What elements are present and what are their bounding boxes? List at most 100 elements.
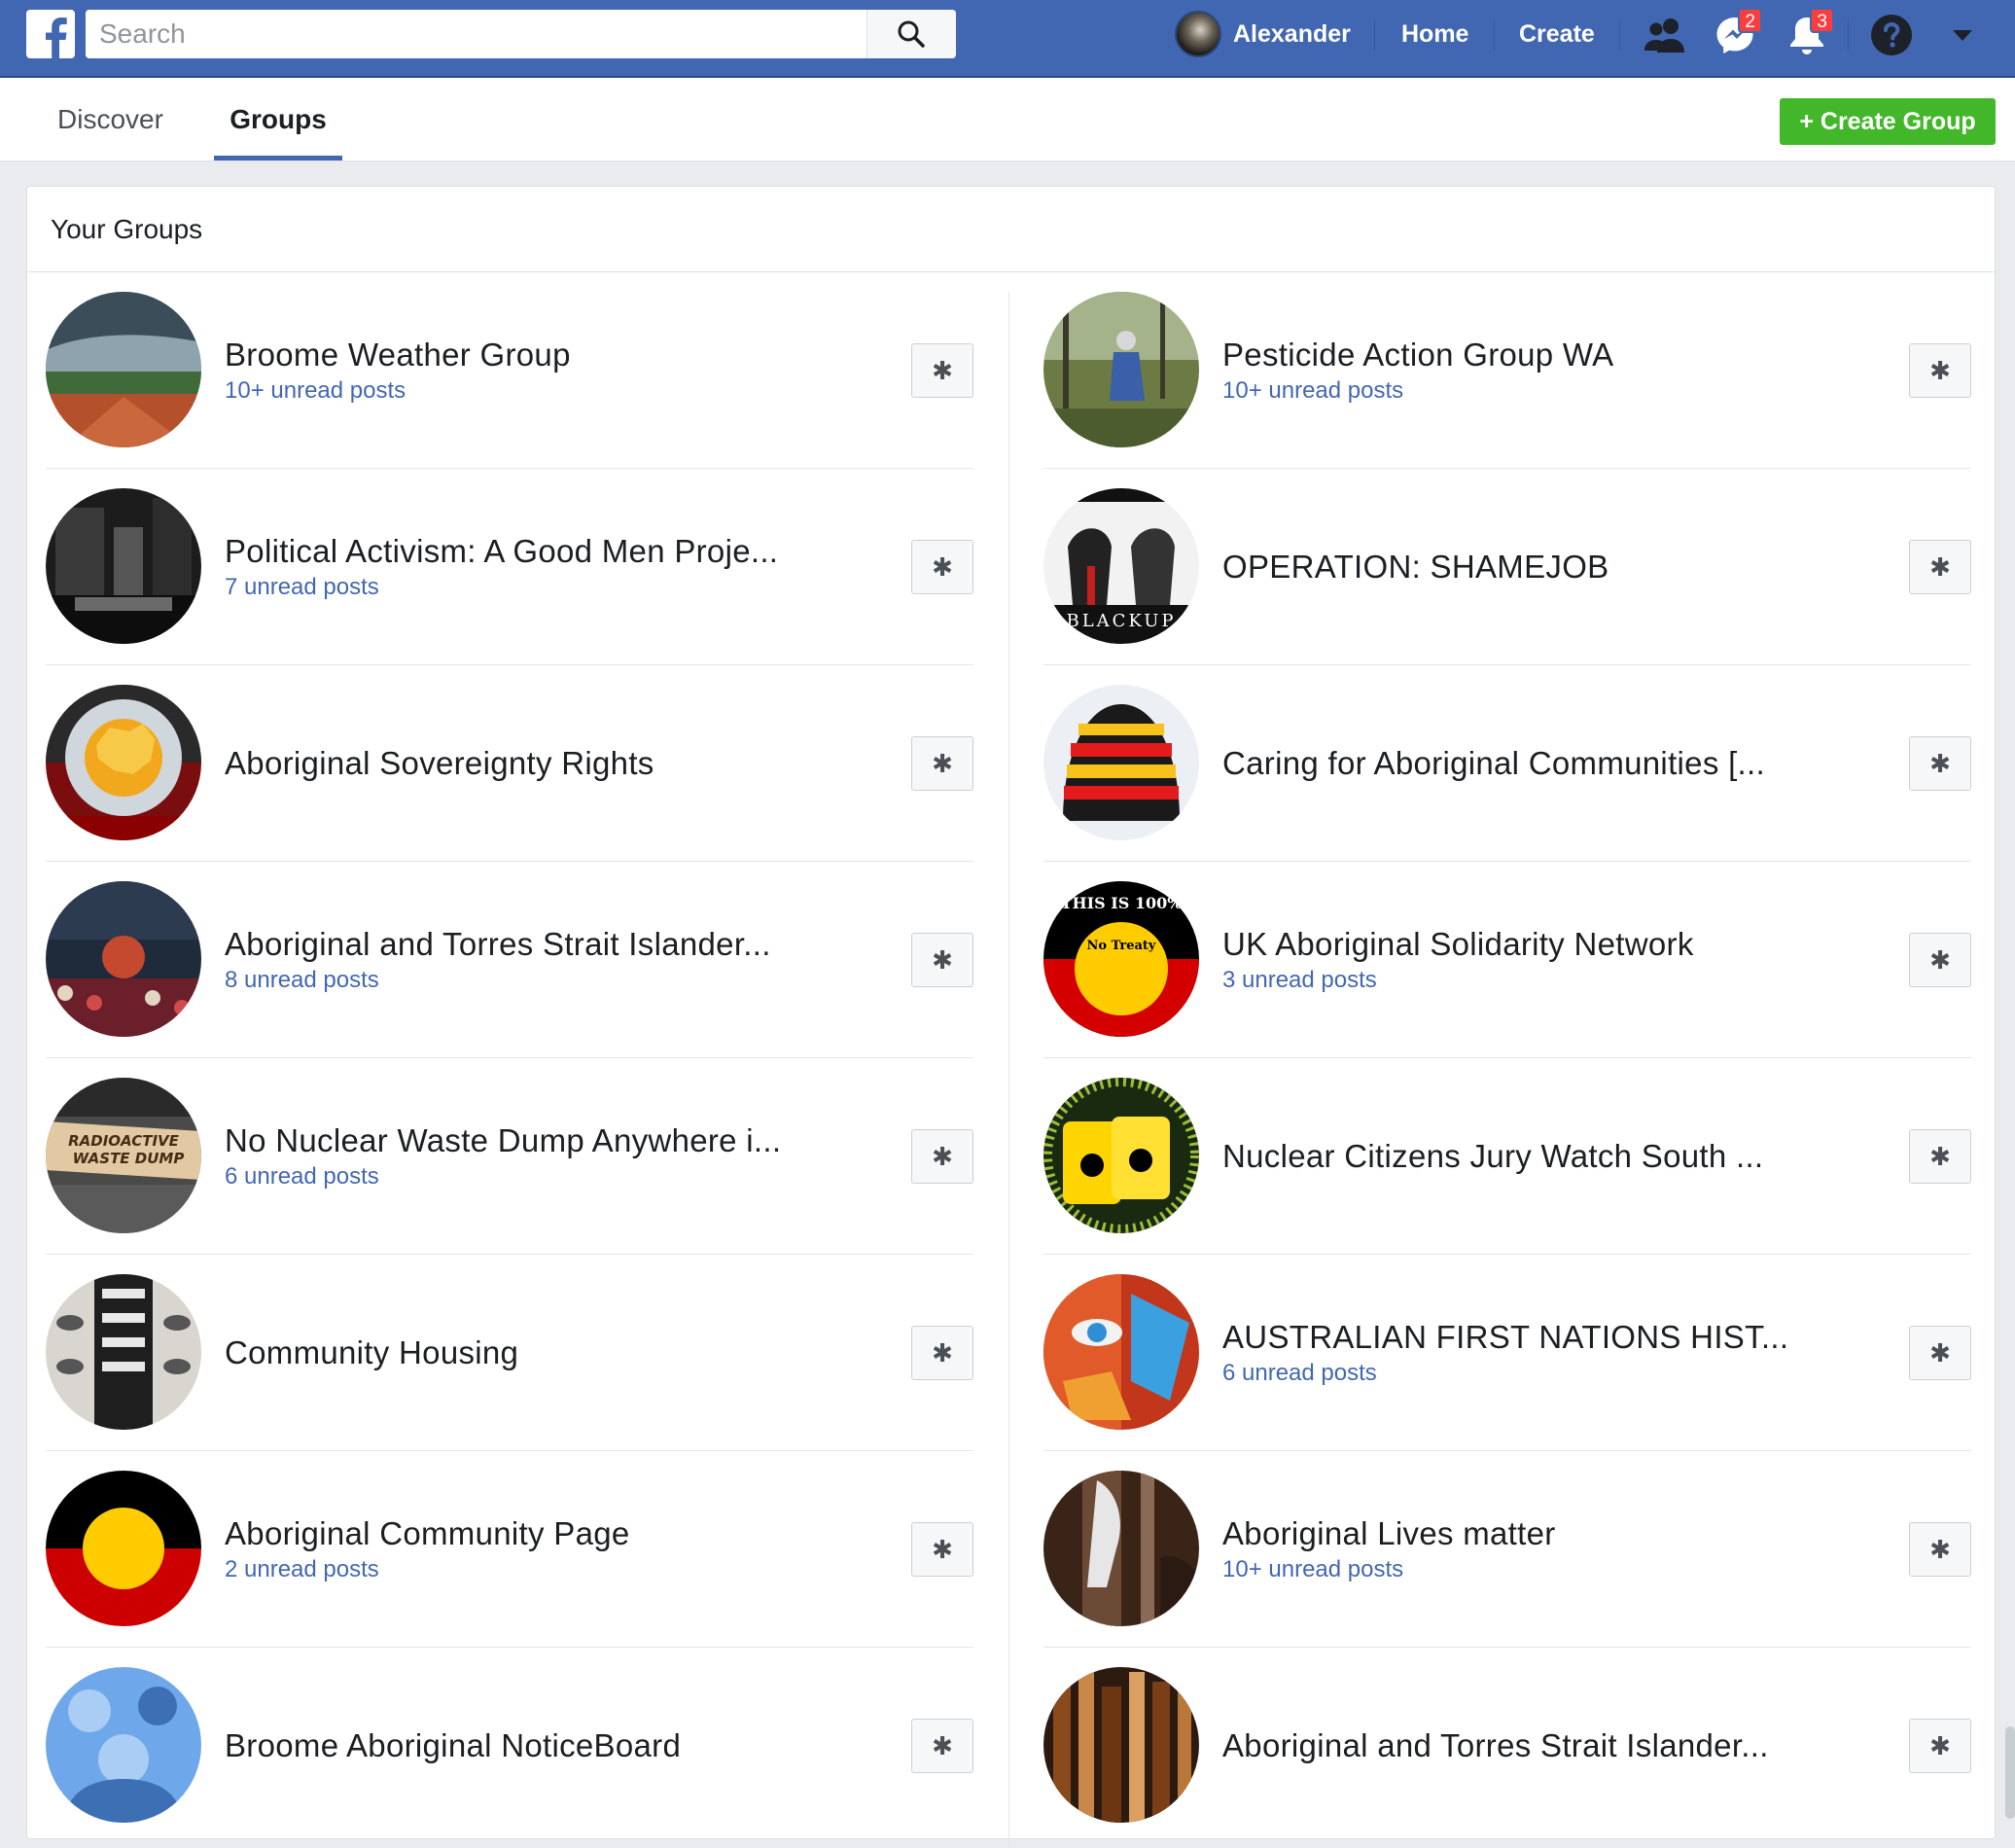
group-name[interactable]: No Nuclear Waste Dump Anywhere i... bbox=[225, 1122, 828, 1159]
group-settings-button[interactable]: ✱ bbox=[911, 933, 973, 987]
group-name[interactable]: Community Housing bbox=[225, 1334, 828, 1371]
group-name[interactable]: Nuclear Citizens Jury Watch South ... bbox=[1222, 1138, 1825, 1175]
group-row-no-nuclear-waste[interactable]: RADIOACTIVE WASTE DUMP No Nuclear Waste … bbox=[46, 1058, 973, 1255]
group-row-first-nations-history[interactable]: AUSTRALIAN FIRST NATIONS HIST... 6 unrea… bbox=[1043, 1255, 1971, 1451]
group-settings-button[interactable]: ✱ bbox=[1909, 1326, 1971, 1380]
group-settings-button[interactable]: ✱ bbox=[911, 736, 973, 791]
waste-dump-text: WASTE DUMP bbox=[73, 1150, 185, 1167]
group-info: Aboriginal Sovereignty Rights bbox=[225, 665, 828, 862]
group-settings-button[interactable]: ✱ bbox=[911, 1522, 973, 1577]
group-row-torres-strait-left[interactable]: Aboriginal and Torres Strait Islander...… bbox=[46, 862, 973, 1058]
group-avatar[interactable] bbox=[1043, 1078, 1199, 1233]
create-link[interactable]: Create bbox=[1519, 10, 1595, 58]
group-settings-button[interactable]: ✱ bbox=[911, 1129, 973, 1184]
group-settings-button[interactable]: ✱ bbox=[1909, 1522, 1971, 1577]
group-avatar[interactable] bbox=[46, 1667, 201, 1823]
group-avatar[interactable]: BLACKUP bbox=[1043, 488, 1199, 644]
create-group-button[interactable]: + Create Group bbox=[1780, 98, 1996, 145]
group-info: Aboriginal and Torres Strait Islander...… bbox=[225, 862, 828, 1058]
gear-icon: ✱ bbox=[932, 749, 953, 778]
tab-discover[interactable]: Discover bbox=[57, 78, 163, 161]
group-settings-button[interactable]: ✱ bbox=[1909, 933, 1971, 987]
notifications-badge: 3 bbox=[1810, 8, 1834, 33]
group-settings-button[interactable]: ✱ bbox=[1909, 736, 1971, 791]
no-treaty-text: No Treaty bbox=[1087, 939, 1156, 953]
group-row-aboriginal-community-page[interactable]: Aboriginal Community Page 2 unread posts… bbox=[46, 1451, 973, 1648]
nav-divider bbox=[1494, 19, 1495, 51]
group-avatar[interactable] bbox=[46, 292, 201, 447]
home-link[interactable]: Home bbox=[1401, 10, 1468, 58]
gear-icon: ✱ bbox=[932, 1535, 953, 1564]
group-avatar[interactable] bbox=[1043, 1274, 1199, 1430]
unread-count: 6 unread posts bbox=[225, 1163, 379, 1190]
group-settings-button[interactable]: ✱ bbox=[911, 1326, 973, 1380]
group-row-community-housing[interactable]: Community Housing ✱ bbox=[46, 1255, 973, 1451]
group-name[interactable]: Aboriginal Lives matter bbox=[1222, 1515, 1825, 1552]
group-settings-button[interactable]: ✱ bbox=[1909, 1719, 1971, 1773]
group-row-torres-strait-right[interactable]: Aboriginal and Torres Strait Islander...… bbox=[1043, 1648, 1971, 1844]
group-avatar[interactable] bbox=[1043, 1471, 1199, 1626]
group-name[interactable]: Aboriginal Community Page bbox=[225, 1515, 828, 1552]
gear-icon: ✱ bbox=[932, 1731, 953, 1760]
group-name[interactable]: Political Activism: A Good Men Proje... bbox=[225, 533, 828, 570]
gear-icon: ✱ bbox=[932, 356, 953, 385]
group-row-aboriginal-sovereignty[interactable]: Aboriginal Sovereignty Rights ✱ bbox=[46, 665, 973, 862]
group-avatar[interactable]: THIS IS 100% No Treaty bbox=[1043, 881, 1199, 1037]
group-row-operation-shamejob[interactable]: BLACKUP OPERATION: SHAMEJOB ✱ bbox=[1043, 469, 1971, 665]
group-settings-button[interactable]: ✱ bbox=[911, 540, 973, 594]
group-settings-button[interactable]: ✱ bbox=[911, 1719, 973, 1773]
group-info: Political Activism: A Good Men Proje... … bbox=[225, 469, 828, 665]
group-name[interactable]: Broome Aboriginal NoticeBoard bbox=[225, 1727, 828, 1764]
group-avatar[interactable] bbox=[1043, 1667, 1199, 1823]
group-avatar[interactable] bbox=[46, 1274, 201, 1430]
group-info: Caring for Aboriginal Communities [... bbox=[1222, 665, 1825, 862]
group-name[interactable]: Aboriginal Sovereignty Rights bbox=[225, 745, 828, 782]
group-settings-button[interactable]: ✱ bbox=[1909, 343, 1971, 398]
group-avatar[interactable]: RADIOACTIVE WASTE DUMP bbox=[46, 1078, 201, 1233]
group-avatar[interactable] bbox=[46, 488, 201, 644]
group-avatar[interactable] bbox=[1043, 685, 1199, 840]
question-icon[interactable] bbox=[1868, 12, 1915, 58]
group-name[interactable]: AUSTRALIAN FIRST NATIONS HIST... bbox=[1222, 1319, 1825, 1356]
group-row-caring-communities[interactable]: Caring for Aboriginal Communities [... ✱ bbox=[1043, 665, 1971, 862]
gear-icon: ✱ bbox=[932, 552, 953, 582]
group-row-uk-solidarity[interactable]: THIS IS 100% No Treaty UK Aboriginal Sol… bbox=[1043, 862, 1971, 1058]
group-info: Pesticide Action Group WA 10+ unread pos… bbox=[1222, 272, 1825, 469]
profile-link[interactable]: Alexander bbox=[1175, 10, 1351, 58]
radioactive-text: RADIOACTIVE bbox=[68, 1132, 180, 1150]
facebook-f-icon[interactable] bbox=[26, 10, 75, 58]
group-row-nuclear-citizens[interactable]: Nuclear Citizens Jury Watch South ... ✱ bbox=[1043, 1058, 1971, 1255]
caret-down-icon[interactable] bbox=[1943, 12, 1982, 58]
group-avatar[interactable] bbox=[1043, 292, 1199, 447]
bell-icon[interactable]: 3 bbox=[1784, 8, 1834, 58]
group-row-broome-weather[interactable]: Broome Weather Group 10+ unread posts ✱ bbox=[46, 272, 973, 469]
group-name[interactable]: Pesticide Action Group WA bbox=[1222, 337, 1825, 373]
group-name[interactable]: Broome Weather Group bbox=[225, 337, 828, 373]
group-name[interactable]: UK Aboriginal Solidarity Network bbox=[1222, 926, 1825, 963]
friends-icon[interactable] bbox=[1642, 12, 1688, 58]
search-icon bbox=[898, 20, 925, 48]
nav-divider bbox=[1619, 19, 1620, 51]
group-avatar[interactable] bbox=[46, 685, 201, 840]
nav-divider bbox=[1848, 19, 1849, 51]
group-row-broome-noticeboard[interactable]: Broome Aboriginal NoticeBoard ✱ bbox=[46, 1648, 973, 1844]
group-settings-button[interactable]: ✱ bbox=[911, 343, 973, 398]
group-row-pesticide-action[interactable]: Pesticide Action Group WA 10+ unread pos… bbox=[1043, 272, 1971, 469]
group-name[interactable]: OPERATION: SHAMEJOB bbox=[1222, 549, 1825, 586]
group-settings-button[interactable]: ✱ bbox=[1909, 540, 1971, 594]
page-scrollbar[interactable] bbox=[2005, 1726, 2015, 1819]
search-button[interactable] bbox=[866, 10, 956, 58]
messenger-icon[interactable]: 2 bbox=[1712, 8, 1762, 58]
gear-icon: ✱ bbox=[1929, 945, 1951, 975]
group-row-political-activism[interactable]: Political Activism: A Good Men Proje... … bbox=[46, 469, 973, 665]
group-row-aboriginal-lives-matter[interactable]: Aboriginal Lives matter 10+ unread posts… bbox=[1043, 1451, 1971, 1648]
group-avatar[interactable] bbox=[46, 881, 201, 1037]
group-name[interactable]: Aboriginal and Torres Strait Islander... bbox=[225, 926, 828, 963]
group-avatar[interactable] bbox=[46, 1471, 201, 1626]
group-settings-button[interactable]: ✱ bbox=[1909, 1129, 1971, 1184]
group-name[interactable]: Aboriginal and Torres Strait Islander... bbox=[1222, 1727, 1825, 1764]
search-input[interactable] bbox=[86, 10, 864, 58]
group-name[interactable]: Caring for Aboriginal Communities [... bbox=[1222, 745, 1825, 782]
groups-subheader: Discover Groups bbox=[0, 78, 2015, 161]
tab-groups[interactable]: Groups bbox=[214, 78, 342, 161]
